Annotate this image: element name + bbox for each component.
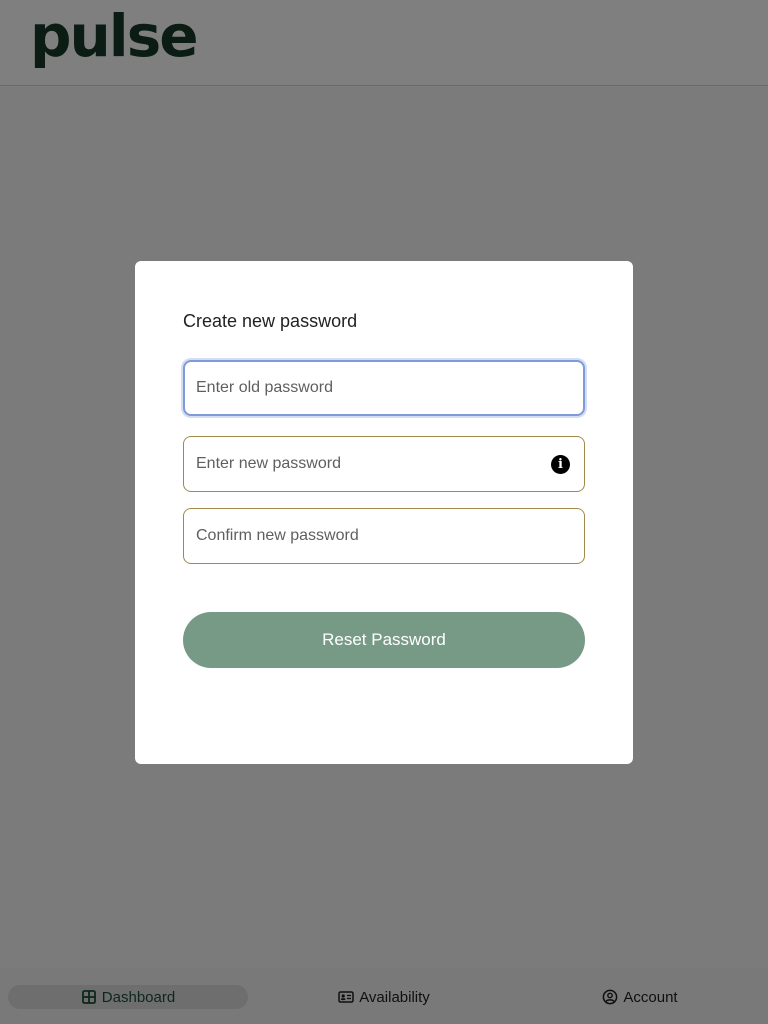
confirm-password-input[interactable] <box>184 509 584 563</box>
dialog-title: Create new password <box>183 311 358 331</box>
reset-password-button[interactable]: Reset Password <box>183 612 585 668</box>
new-password-field: i <box>183 436 585 492</box>
old-password-input[interactable] <box>185 362 583 414</box>
new-password-input[interactable] <box>184 437 584 491</box>
reset-password-dialog: Create new password i Reset Password <box>135 261 633 764</box>
old-password-field <box>183 360 585 416</box>
info-icon[interactable]: i <box>551 455 570 474</box>
confirm-password-field <box>183 508 585 564</box>
